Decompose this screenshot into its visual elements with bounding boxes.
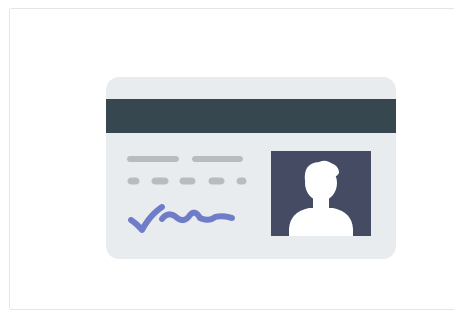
card-panel [9, 8, 454, 310]
id-card-icon [106, 77, 396, 259]
magnetic-stripe [106, 99, 396, 133]
